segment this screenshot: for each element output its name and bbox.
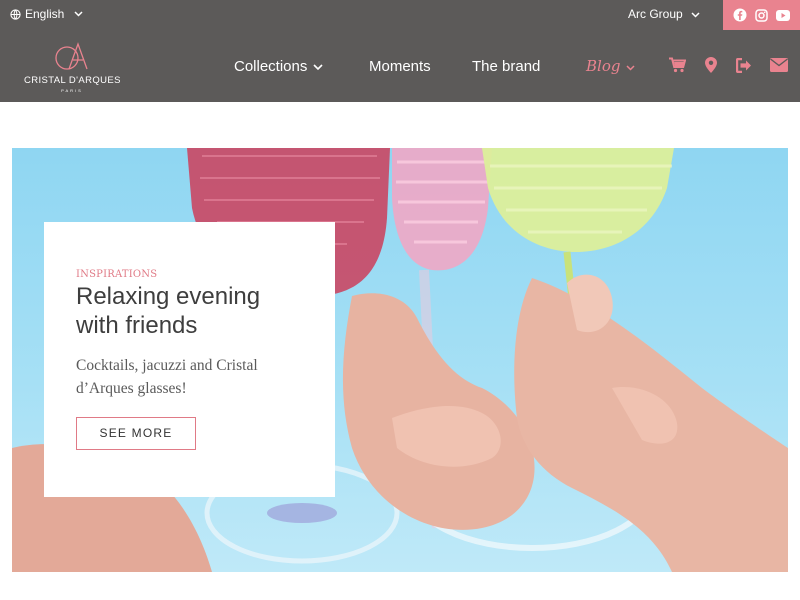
cart-icon[interactable] [668, 56, 686, 74]
inspiration-card: INSPIRATIONS Relaxing evening with frien… [44, 222, 335, 497]
nav-label: Blog [586, 57, 621, 75]
nav-item-collections[interactable]: Collections [234, 55, 323, 77]
chevron-down-icon [691, 7, 700, 21]
nav-label: Moments [369, 57, 431, 75]
login-icon[interactable] [735, 56, 753, 74]
globe-icon [10, 8, 21, 20]
social-links [723, 0, 800, 30]
logo-subtitle: PARIS [61, 88, 83, 93]
mail-icon[interactable] [769, 56, 789, 74]
nav-label: Collections [234, 57, 308, 75]
location-pin-icon[interactable] [704, 56, 718, 74]
logo-name: CRISTAL D'ARQUES [24, 75, 121, 86]
see-more-button[interactable]: SEE MORE [76, 417, 196, 450]
youtube-icon[interactable] [776, 9, 790, 21]
card-eyebrow: INSPIRATIONS [76, 269, 158, 280]
brand-logo[interactable]: CRISTAL D'ARQUES PARIS [24, 40, 121, 94]
chevron-down-icon [74, 11, 83, 17]
instagram-icon[interactable] [755, 8, 768, 22]
card-title: Relaxing evening with friends [76, 283, 261, 339]
chevron-down-icon [626, 58, 635, 75]
language-label: English [25, 7, 65, 21]
arc-group-label: Arc Group [628, 7, 683, 21]
nav-label: The brand [472, 57, 541, 75]
card-description: Cocktails, jacuzzi and Cristal d’Arques … [76, 357, 258, 397]
arc-group-dropdown[interactable]: Arc Group [628, 7, 700, 21]
header-bar: English Arc Group CRISTAL D'ARQUES PARIS… [0, 0, 800, 102]
nav-item-moments[interactable]: Moments [369, 55, 431, 77]
nav-item-brand[interactable]: The brand [472, 55, 540, 77]
facebook-icon[interactable] [733, 8, 747, 22]
logo-mark [55, 42, 88, 70]
chevron-down-icon [313, 58, 323, 75]
language-selector[interactable]: English [10, 7, 83, 21]
nav-item-blog[interactable]: Blog [586, 55, 635, 77]
